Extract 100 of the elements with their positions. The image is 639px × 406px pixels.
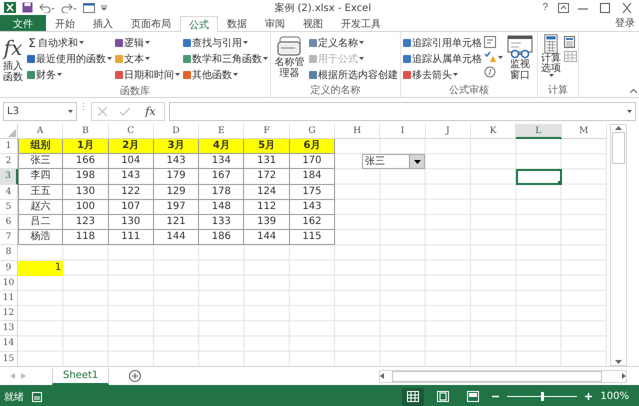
insert-function-button[interactable]: fx xyxy=(143,105,158,118)
view-button[interactable] xyxy=(402,388,424,406)
formula-input[interactable] xyxy=(169,102,636,121)
dropdown-field[interactable]: 张三 xyxy=(362,154,426,170)
checkmark-icon[interactable] xyxy=(120,108,130,116)
row-header[interactable]: 3 xyxy=(0,169,18,185)
drag-handle-icon[interactable] xyxy=(81,102,87,111)
expand-caret-icon xyxy=(627,110,632,113)
row-header[interactable]: 14 xyxy=(0,336,18,352)
ribbon-tab[interactable]: 审阅 xyxy=(256,15,294,31)
table-cell: 107 xyxy=(108,200,154,215)
macro-record-icon[interactable] xyxy=(32,392,42,402)
column-header[interactable]: I xyxy=(380,124,426,139)
column-header[interactable]: K xyxy=(470,124,516,139)
ribbon-menu-button[interactable]: 查找与引用 xyxy=(182,35,269,50)
ribbon-large-button[interactable]: 名称管理器 xyxy=(272,33,307,84)
column-header[interactable]: A xyxy=(18,124,64,139)
maximize-icon[interactable] xyxy=(597,2,613,12)
row-header[interactable]: 1 xyxy=(0,139,18,154)
row-header[interactable]: 2 xyxy=(0,154,18,170)
column-header[interactable]: E xyxy=(199,124,244,139)
row-header[interactable]: 10 xyxy=(0,276,18,291)
row-header[interactable]: 9 xyxy=(0,260,18,276)
form-icon[interactable] xyxy=(83,2,95,12)
sign-in-link[interactable]: 登录 xyxy=(615,16,639,30)
save-icon[interactable] xyxy=(22,2,33,13)
row-header[interactable]: 7 xyxy=(0,230,18,246)
ribbon-tab[interactable]: 公式 xyxy=(180,16,218,32)
dropdown-arrow-icon[interactable] xyxy=(414,160,421,164)
ribbon-tab[interactable]: 开发工具 xyxy=(332,15,390,31)
help-button[interactable]: ? xyxy=(538,2,552,13)
table-cell: 121 xyxy=(154,214,200,230)
row-header[interactable]: 11 xyxy=(0,290,18,306)
spreadsheet-logo-icon[interactable] xyxy=(4,2,16,13)
scroll-right-icon[interactable] xyxy=(622,373,626,379)
scroll-down-icon[interactable] xyxy=(615,360,622,365)
ribbon-menu-button[interactable]: 定义名称 xyxy=(308,35,399,50)
group-label: 定义的名称 xyxy=(310,84,362,97)
ribbon-large-button[interactable]: 计算选项 xyxy=(539,33,563,84)
ribbon-menu-button[interactable]: Σ 自动求和 xyxy=(26,35,113,50)
vertical-scrollbar[interactable] xyxy=(610,124,627,366)
row-header[interactable]: 13 xyxy=(0,321,18,336)
row-header[interactable]: 8 xyxy=(0,245,18,260)
window-title: 案例 (2).xlsx - Excel xyxy=(273,2,372,14)
ribbon-display-icon[interactable] xyxy=(558,2,569,12)
column-header[interactable]: L xyxy=(516,124,562,139)
column-header[interactable]: B xyxy=(63,124,109,139)
ribbon-large-button[interactable]: 监视窗口 xyxy=(504,33,536,84)
file-menu-tab[interactable]: 文件 xyxy=(0,15,46,31)
ribbon-menu-button[interactable]: 追踪从属单元格 xyxy=(402,51,483,66)
table-cell: 123 xyxy=(63,214,109,230)
undo-icon[interactable] xyxy=(39,2,55,12)
zoom-out-icon[interactable] xyxy=(492,393,500,400)
row-header[interactable]: 12 xyxy=(0,306,18,322)
collapse-ribbon-icon[interactable] xyxy=(630,89,637,93)
ribbon-menu-button[interactable]: 最近使用的函数 xyxy=(26,51,113,66)
column-header[interactable]: G xyxy=(290,124,336,139)
formula-sheet-icon[interactable] xyxy=(484,36,496,48)
column-header[interactable]: C xyxy=(108,124,154,139)
column-header[interactable]: H xyxy=(335,124,380,139)
column-header[interactable]: M xyxy=(562,124,607,139)
add-sheet-icon[interactable] xyxy=(129,370,142,382)
row-header[interactable]: 15 xyxy=(0,352,18,366)
ribbon-tab[interactable]: 开始 xyxy=(46,15,84,31)
ribbon-menu-button[interactable]: 逻辑 xyxy=(114,35,181,50)
row-header[interactable]: 5 xyxy=(0,200,18,215)
horizontal-scrollbar[interactable] xyxy=(379,370,627,382)
ribbon-menu-button[interactable]: 移去箭头 xyxy=(402,67,483,82)
scroll-up-icon[interactable] xyxy=(615,125,622,130)
scroll-thumb[interactable] xyxy=(612,132,625,164)
ribbon-menu-button[interactable]: 其他函数 xyxy=(182,67,269,82)
page-icon[interactable] xyxy=(437,391,450,402)
sheet-tab[interactable]: Sheet1 xyxy=(52,368,110,384)
zoom-in-icon[interactable] xyxy=(585,393,592,400)
page-preview-icon[interactable] xyxy=(467,391,480,402)
zoom-level[interactable]: 100% xyxy=(600,391,635,402)
column-header[interactable]: D xyxy=(154,124,200,139)
row-header[interactable]: 4 xyxy=(0,184,18,200)
evaluate-formula-icon[interactable] xyxy=(484,66,496,78)
column-header[interactable]: F xyxy=(244,124,290,139)
ribbon-tab[interactable]: 视图 xyxy=(294,15,332,31)
scroll-left-icon[interactable] xyxy=(380,373,384,379)
row-header[interactable]: 6 xyxy=(0,214,18,230)
ribbon-tab[interactable]: 页面布局 xyxy=(122,15,180,31)
ribbon-large-button[interactable]: fx 插入函数 xyxy=(1,33,25,85)
name-box[interactable]: L3 xyxy=(3,102,77,121)
column-header[interactable]: J xyxy=(426,124,471,139)
ribbon-menu-button[interactable]: 根据所选内容创建 xyxy=(308,67,399,82)
ribbon-menu-button[interactable]: 日期和时间 xyxy=(114,67,181,82)
ribbon-tab[interactable]: 数据 xyxy=(218,15,256,31)
customize-menu-icon[interactable] xyxy=(101,4,107,10)
redo-icon[interactable] xyxy=(61,2,77,12)
ribbon-tab[interactable]: 插入 xyxy=(84,15,122,31)
ribbon-menu-button[interactable]: 文本 xyxy=(114,51,181,66)
calculator-icon[interactable] xyxy=(564,36,575,48)
ribbon-menu-button[interactable]: 数学和三角函数 xyxy=(182,51,269,66)
ribbon-menu-button[interactable]: 追踪引用单元格 xyxy=(402,35,483,50)
ribbon-menu-button[interactable]: 财务 xyxy=(26,67,113,82)
warning-icon[interactable] xyxy=(484,51,496,63)
slider-thumb[interactable] xyxy=(540,392,544,401)
